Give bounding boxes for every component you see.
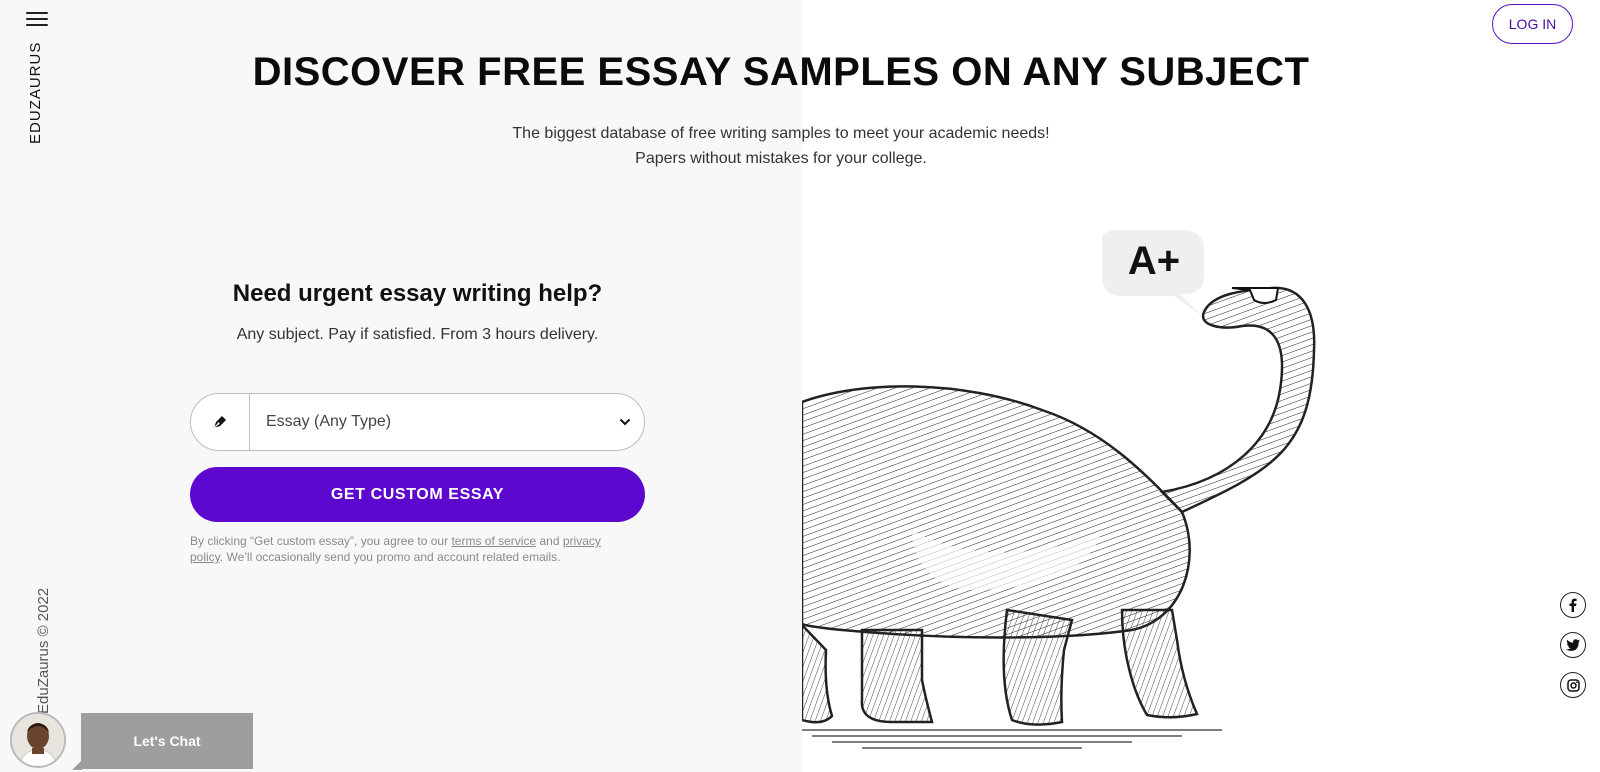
hero-subtitle-line-2: Papers without mistakes for your college… [635,150,927,167]
hero-subtitle-line-1: The biggest database of free writing sam… [512,125,1050,142]
legal-suffix: . We’ll occasionally send you promo and … [219,550,561,564]
instagram-icon[interactable] [1560,672,1586,698]
hero-subtitle: The biggest database of free writing sam… [0,121,1562,171]
paper-type-value: Essay (Any Type) [266,413,392,430]
dinosaur-illustration: A+ [802,230,1316,749]
form-subtitle: Any subject. Pay if satisfied. From 3 ho… [236,326,599,343]
chat-agent-avatar[interactable] [10,712,66,768]
left-panel-background [0,0,802,772]
copyright-text: EduZaurus © 2022 [35,587,52,714]
chevron-down-icon [606,418,644,426]
terms-of-service-link[interactable]: terms of service [451,534,536,548]
paper-type-select[interactable]: Essay (Any Type) [190,393,645,451]
hamburger-menu-icon[interactable] [26,12,48,28]
lets-chat-button[interactable]: Let's Chat [81,713,253,769]
page-title: DISCOVER FREE ESSAY SAMPLES ON ANY SUBJE… [252,50,1310,94]
pen-nib-icon [191,394,250,450]
legal-and: and [539,534,560,548]
login-button[interactable]: LOG IN [1492,4,1573,44]
legal-prefix: By clicking “Get custom essay”, you agre… [190,534,449,548]
facebook-icon[interactable] [1560,592,1586,618]
grade-bubble-text: A+ [1128,239,1180,283]
twitter-icon[interactable] [1560,632,1586,658]
form-title: Need urgent essay writing help? [232,280,603,307]
get-custom-essay-button[interactable]: GET CUSTOM ESSAY [190,467,645,522]
legal-notice: By clicking “Get custom essay”, you agre… [190,533,630,565]
